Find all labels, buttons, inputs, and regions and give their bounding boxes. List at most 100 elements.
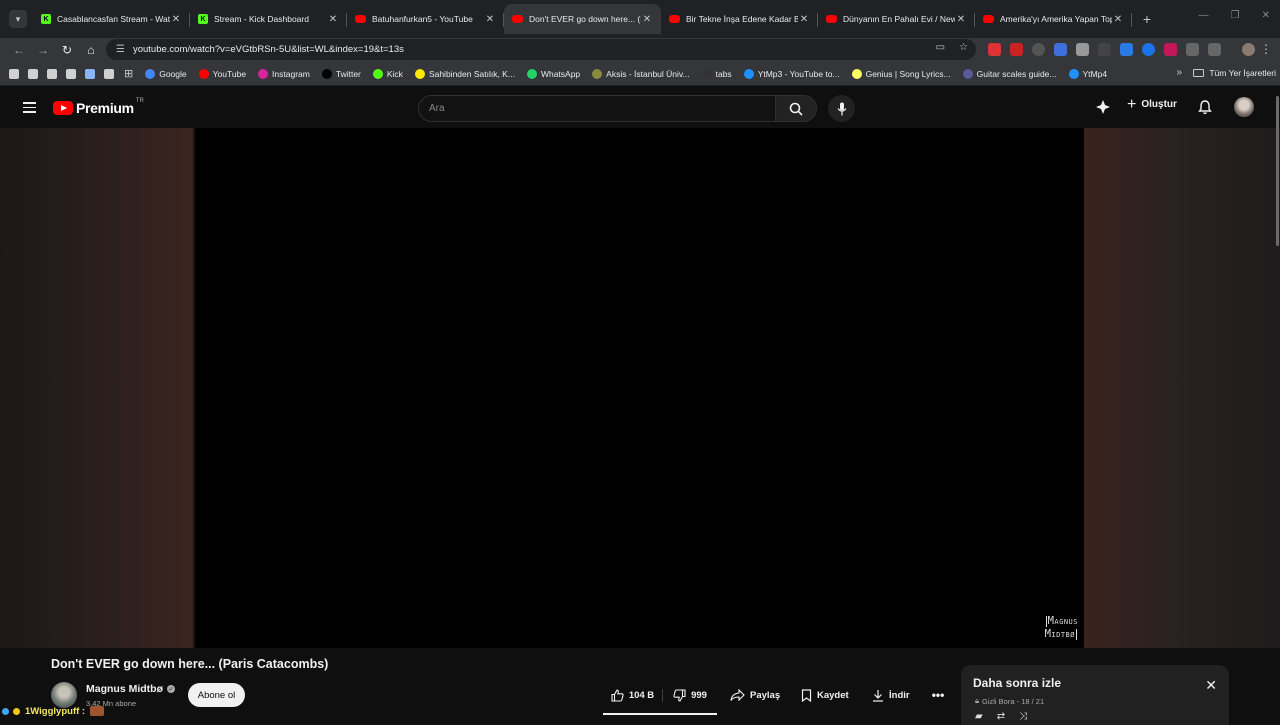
bookmark-item[interactable]: YtMp3 - YouTube to... bbox=[743, 68, 840, 79]
bookmark-item[interactable]: Google bbox=[145, 68, 187, 79]
bookmark-item[interactable]: Kick bbox=[372, 68, 403, 79]
new-tab-button[interactable]: + bbox=[1138, 10, 1156, 28]
apps-grid-icon[interactable]: ⊞ bbox=[124, 67, 133, 80]
playlist-title[interactable]: Daha sonra izle bbox=[973, 676, 1061, 690]
browser-tab[interactable]: Batuhanfurkan5 - YouTube ✕ bbox=[347, 4, 504, 34]
tab-close-icon[interactable]: ✕ bbox=[170, 14, 182, 25]
search-input[interactable]: Ara bbox=[418, 95, 776, 122]
bookmark-blank-4[interactable] bbox=[66, 68, 76, 79]
extension-blue-icon[interactable] bbox=[1142, 43, 1155, 56]
tab-close-icon[interactable]: ✕ bbox=[798, 14, 810, 25]
youtube-header: Premium TR Ara + Oluştur bbox=[0, 86, 1280, 128]
download-button[interactable]: İndir bbox=[872, 683, 910, 707]
browser-tab[interactable]: Amerika'yı Amerika Yapan Topr ✕ bbox=[975, 4, 1132, 34]
browser-tab[interactable]: Dünyanın En Pahalı Evi / New Y ✕ bbox=[818, 4, 975, 34]
browser-tab[interactable]: Don't EVER go down here... (Pa ✕ bbox=[504, 4, 661, 34]
playlist-close-icon[interactable]: ✕ bbox=[1205, 677, 1217, 694]
playlist-controls: ▰ ⇄ ⤨ bbox=[975, 711, 1027, 722]
page-scrollbar[interactable] bbox=[1276, 96, 1279, 246]
notifications-bell-icon[interactable] bbox=[1198, 100, 1212, 115]
subscribe-button[interactable]: Abone ol bbox=[188, 683, 245, 707]
youtube-favicon-icon bbox=[669, 15, 680, 23]
all-bookmarks-label: Tüm Yer İşaretleri bbox=[1209, 68, 1276, 78]
bookmark-item[interactable]: Genius | Song Lyrics... bbox=[851, 68, 951, 79]
bookmark-item[interactable]: Aksis - İstanbul Üniv... bbox=[592, 68, 690, 79]
bookmark-label: YtMp4 bbox=[1082, 68, 1108, 79]
minimize-icon[interactable]: — bbox=[1199, 10, 1209, 21]
bookmark-blank-6[interactable] bbox=[104, 68, 114, 79]
bookmark-star-icon[interactable]: ☆ bbox=[959, 42, 968, 53]
youtube-logo[interactable]: Premium TR bbox=[53, 98, 144, 116]
browser-tab[interactable]: K Stream - Kick Dashboard ✕ bbox=[190, 4, 347, 34]
bookmark-item[interactable]: YtMp4 bbox=[1068, 68, 1108, 79]
tab-search-button[interactable]: ▾ bbox=[9, 10, 27, 28]
window-close-icon[interactable]: ✕ bbox=[1262, 10, 1270, 21]
extension-tp-icon[interactable] bbox=[1010, 43, 1023, 56]
maximize-icon[interactable]: ❐ bbox=[1231, 10, 1240, 21]
site-info-icon[interactable]: ☰ bbox=[116, 44, 125, 55]
bookmark-blank-1[interactable] bbox=[9, 68, 19, 79]
all-bookmarks[interactable]: Tüm Yer İşaretleri bbox=[1193, 68, 1276, 78]
profile-avatar-icon[interactable] bbox=[1242, 43, 1255, 56]
channel-name-row[interactable]: Magnus Midtbø ✓ bbox=[86, 683, 175, 695]
bookmarks-overflow-icon[interactable]: » bbox=[1176, 67, 1182, 78]
bookmark-label: Aksis - İstanbul Üniv... bbox=[606, 68, 690, 79]
extension-pen-icon[interactable] bbox=[1186, 43, 1199, 56]
video-player[interactable]: Magnus Midtbø bbox=[196, 128, 1084, 648]
voice-search-button[interactable] bbox=[828, 95, 855, 122]
like-button[interactable]: 104 B bbox=[603, 688, 663, 702]
save-playlist-icon[interactable]: ▰ bbox=[975, 711, 983, 722]
tab-title: Stream - Kick Dashboard bbox=[214, 14, 309, 24]
tab-close-icon[interactable]: ✕ bbox=[484, 14, 496, 25]
bookmark-blank-2[interactable] bbox=[28, 68, 38, 79]
sparkle-icon[interactable] bbox=[1096, 100, 1110, 114]
browser-tab[interactable]: Bir Tekne İnşa Edene Kadar Bir ✕ bbox=[661, 4, 818, 34]
reload-icon[interactable]: ↻ bbox=[55, 43, 79, 57]
bookmark-blank-3[interactable] bbox=[47, 68, 57, 79]
more-actions-icon[interactable]: ••• bbox=[930, 683, 946, 707]
back-icon[interactable]: ← bbox=[7, 43, 31, 57]
forward-icon[interactable]: → bbox=[31, 43, 55, 57]
tab-close-icon[interactable]: ✕ bbox=[641, 14, 653, 25]
dislike-button[interactable]: 999 bbox=[663, 688, 717, 702]
account-avatar[interactable] bbox=[1234, 97, 1254, 117]
bookmark-blank-5[interactable] bbox=[85, 68, 95, 79]
bookmark-item[interactable]: YouTube bbox=[198, 68, 246, 79]
save-button[interactable]: Kaydet bbox=[801, 683, 849, 707]
extension-text-icon[interactable] bbox=[1120, 43, 1133, 56]
browser-menu-icon[interactable]: ⋮ bbox=[1260, 42, 1272, 56]
loop-icon[interactable]: ⇄ bbox=[997, 711, 1005, 722]
bookmark-item[interactable]: tabs bbox=[701, 68, 732, 79]
menu-hamburger-icon[interactable] bbox=[23, 102, 36, 116]
extension-translate-icon[interactable] bbox=[1054, 43, 1067, 56]
home-icon[interactable]: ⌂ bbox=[79, 43, 103, 57]
bookmark-item[interactable]: Instagram bbox=[258, 68, 310, 79]
bookmark-item[interactable]: Sahibinden Satılık, K... bbox=[414, 68, 515, 79]
gift-icon bbox=[90, 706, 105, 716]
bookmark-favicon-icon bbox=[526, 68, 537, 79]
playlist-panel: Daha sonra izle 🔒︎ Gizli Bora - 18 / 21 … bbox=[961, 665, 1229, 725]
tab-close-icon[interactable]: ✕ bbox=[955, 14, 967, 25]
share-button[interactable]: Paylaş bbox=[730, 683, 780, 707]
download-label: İndir bbox=[889, 689, 910, 701]
create-button[interactable]: + Oluştur bbox=[1127, 95, 1177, 113]
bookmark-item[interactable]: Twitter bbox=[321, 68, 361, 79]
dislike-count: 999 bbox=[691, 689, 707, 701]
tab-close-icon[interactable]: ✕ bbox=[327, 14, 339, 25]
bookmark-item[interactable]: WhatsApp bbox=[526, 68, 580, 79]
extension-pink-icon[interactable] bbox=[1164, 43, 1177, 56]
search-button[interactable] bbox=[775, 95, 817, 122]
extension-shield-icon[interactable] bbox=[1076, 43, 1089, 56]
extension-adblock-icon[interactable] bbox=[988, 43, 1001, 56]
address-bar[interactable]: ☰ youtube.com/watch?v=eVGtbRSn-5U&list=W… bbox=[106, 39, 976, 60]
browser-tab[interactable]: K Casablancasfan Stream - Watch ✕ bbox=[33, 4, 190, 34]
tab-close-icon[interactable]: ✕ bbox=[1112, 14, 1124, 25]
extension-zoom-icon[interactable] bbox=[1032, 43, 1045, 56]
plus-icon: + bbox=[1127, 95, 1137, 113]
cast-icon[interactable]: ▭ bbox=[936, 42, 945, 53]
video-backdrop: Magnus Midtbø bbox=[0, 128, 1280, 648]
extension-dark-icon[interactable] bbox=[1098, 43, 1111, 56]
bookmark-item[interactable]: Guitar scales guide... bbox=[962, 68, 1057, 79]
extensions-puzzle-icon[interactable] bbox=[1208, 43, 1221, 56]
shuffle-icon[interactable]: ⤨ bbox=[1019, 711, 1027, 722]
